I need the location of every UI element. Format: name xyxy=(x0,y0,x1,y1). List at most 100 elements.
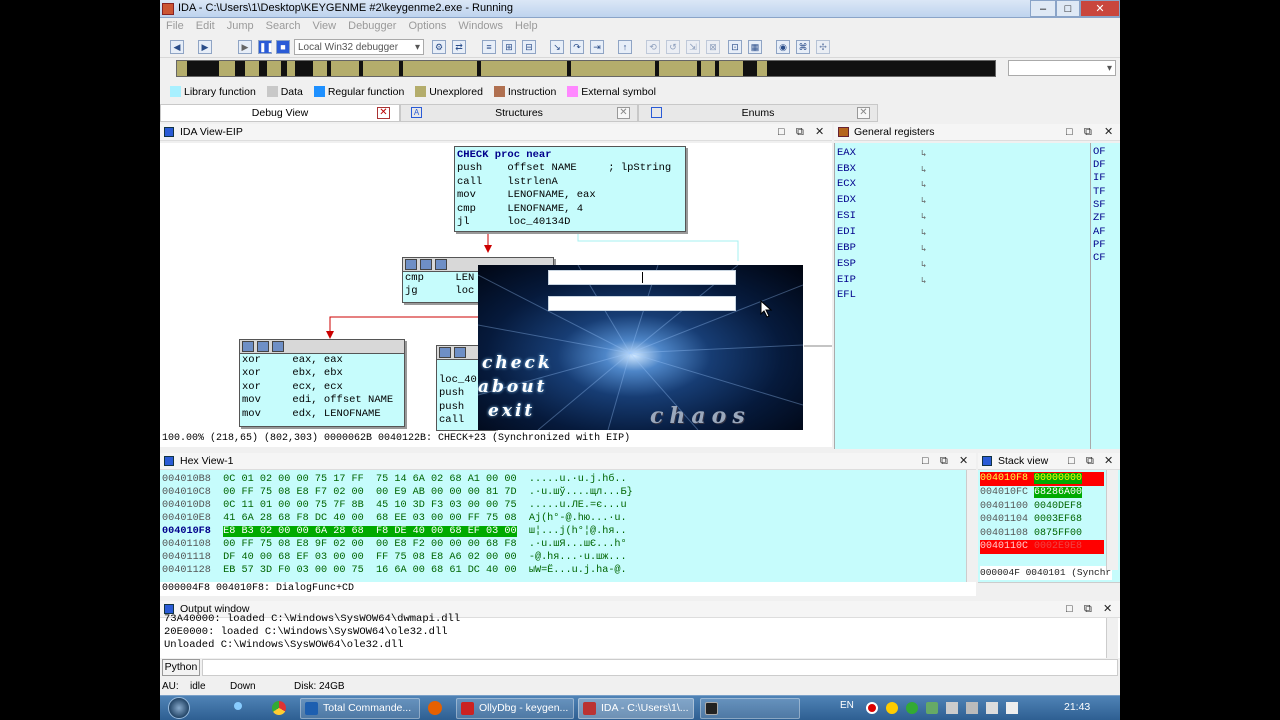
output-scrollbar[interactable] xyxy=(1106,618,1118,658)
firefox-icon[interactable] xyxy=(428,701,442,715)
tracing-options-icon[interactable]: ⊡ xyxy=(728,40,742,54)
minimize-button[interactable]: – xyxy=(1030,0,1056,17)
menu-jump[interactable]: Jump xyxy=(221,18,260,35)
name-input[interactable] xyxy=(548,270,736,285)
step-over-icon[interactable]: ↷ xyxy=(570,40,584,54)
hex-row[interactable]: 004010D8 0C 11 01 00 00 75 7F 8B 45 10 3… xyxy=(162,499,627,512)
close-icon[interactable]: ✕ xyxy=(1104,124,1113,140)
hex-view[interactable]: 004010B8 0C 01 02 00 00 75 17 FF 75 14 6… xyxy=(160,470,966,582)
nav-dropdown[interactable]: ▾ xyxy=(1008,60,1116,76)
network-icon[interactable] xyxy=(946,702,958,714)
stack-row[interactable]: 00401108 0875FF00 xyxy=(980,527,1104,541)
hex-row[interactable]: 004010B8 0C 01 02 00 00 75 17 FF 75 14 6… xyxy=(162,473,627,486)
float-icon[interactable]: ⧉ xyxy=(1086,453,1094,469)
register-edx[interactable]: EDX xyxy=(837,194,856,206)
tab-debug-view[interactable]: Debug View ✕ xyxy=(160,104,400,122)
run-to-cursor-icon[interactable]: ⇥ xyxy=(590,40,604,54)
start-button[interactable] xyxy=(168,697,190,719)
tray-icon[interactable] xyxy=(966,702,978,714)
stack-row[interactable]: 00401104 0003EF68 xyxy=(980,513,1104,527)
hex-row[interactable]: 004010E8 41 6A 28 68 F8 DC 40 00 68 EE 0… xyxy=(162,512,627,525)
taskbar-ida[interactable]: IDA - C:\Users\1\... xyxy=(578,698,694,719)
serial-input[interactable] xyxy=(548,296,736,311)
menu-edit[interactable]: Edit xyxy=(190,18,221,35)
flag-if[interactable]: IF xyxy=(1093,172,1106,184)
tab-structures[interactable]: A Structures ✕ xyxy=(400,104,638,122)
jump-arrow-icon[interactable]: ↳ xyxy=(921,149,926,159)
stack-scrollbar[interactable] xyxy=(1106,470,1118,570)
menu-file[interactable]: File xyxy=(160,18,190,35)
stack-row-highlight[interactable]: 0040110C 0002E9E8 xyxy=(980,540,1104,554)
instruction-trace-icon[interactable]: ⇲ xyxy=(686,40,700,54)
tab-enums[interactable]: Enums ✕ xyxy=(638,104,878,122)
float-icon[interactable]: ⧉ xyxy=(1084,124,1092,140)
debugger-select[interactable]: Local Win32 debugger ▾ xyxy=(294,39,424,55)
close-icon[interactable]: ✕ xyxy=(1104,453,1113,469)
attach-icon[interactable]: ⚙ xyxy=(432,40,446,54)
menu-search[interactable]: Search xyxy=(260,18,307,35)
tray-icon[interactable] xyxy=(1006,702,1018,714)
jump-arrow-icon[interactable]: ↳ xyxy=(921,165,926,175)
jump-arrow-icon[interactable]: ↳ xyxy=(921,244,926,254)
register-ebp[interactable]: EBP xyxy=(837,242,856,254)
register-eip[interactable]: EIP xyxy=(837,274,856,286)
tray-icon[interactable] xyxy=(886,702,898,714)
jump-arrow-icon[interactable]: ↳ xyxy=(921,196,926,206)
close-icon[interactable]: ✕ xyxy=(959,453,968,469)
keygen-dialog[interactable]: check about exit chaos xyxy=(478,265,803,430)
pause-icon[interactable]: ❚❚ xyxy=(258,40,274,54)
hex-row-current[interactable]: 004010F8 E8 B3 02 00 00 6A 28 68 F8 DE 4… xyxy=(162,525,627,538)
jump-arrow-icon[interactable]: ↳ xyxy=(921,212,926,222)
register-ecx[interactable]: ECX xyxy=(837,178,856,190)
graph-icon[interactable]: ⌘ xyxy=(796,40,810,54)
restore-icon[interactable]: □ xyxy=(1068,453,1075,469)
hex-row[interactable]: 00401108 00 FF 75 08 E8 9F 02 00 00 E8 F… xyxy=(162,538,627,551)
float-icon[interactable]: ⧉ xyxy=(796,124,804,140)
stack-row[interactable]: 004010FC 68286A00 xyxy=(980,486,1104,500)
close-icon[interactable]: ✕ xyxy=(377,107,390,119)
register-eax[interactable]: EAX xyxy=(837,147,856,159)
flag-of[interactable]: OF xyxy=(1093,146,1106,158)
python-button[interactable]: Python xyxy=(162,659,200,676)
tray-icon[interactable] xyxy=(926,702,938,714)
forward-icon[interactable]: ▶ xyxy=(198,40,212,54)
close-icon[interactable]: ✕ xyxy=(857,107,870,119)
taskbar-total-commander[interactable]: Total Commande... xyxy=(300,698,420,719)
taskbar-keygenme[interactable] xyxy=(700,698,800,719)
jump-arrow-icon[interactable]: ↳ xyxy=(921,276,926,286)
flag-zf[interactable]: ZF xyxy=(1093,212,1106,224)
node-xor-block[interactable]: xor eax, eax xor ebx, ebx xor ecx, ecx mov … xyxy=(239,339,405,427)
restore-icon[interactable]: □ xyxy=(1066,124,1073,140)
maximize-button[interactable]: □ xyxy=(1056,0,1080,17)
command-input[interactable] xyxy=(202,659,1118,676)
settings-icon[interactable]: ✣ xyxy=(816,40,830,54)
node-check-proc[interactable]: CHECK proc near push offset NAME ; lpStri… xyxy=(454,146,686,232)
hex-row[interactable]: 004010C8 00 FF 75 08 E8 F7 02 00 00 E9 A… xyxy=(162,486,633,499)
close-icon[interactable]: ✕ xyxy=(815,124,824,140)
menu-windows[interactable]: Windows xyxy=(452,18,509,35)
menu-options[interactable]: Options xyxy=(402,18,452,35)
float-icon[interactable]: ⧉ xyxy=(940,453,948,469)
menu-debugger[interactable]: Debugger xyxy=(342,18,402,35)
check-button[interactable]: check xyxy=(482,353,553,373)
output-log[interactable]: 73A40000: loaded C:\Windows\SysWOW64\dwm… xyxy=(160,613,1120,658)
back-icon[interactable]: ◀ xyxy=(170,40,184,54)
watch-icon[interactable]: ◉ xyxy=(776,40,790,54)
jump-arrow-icon[interactable]: ↳ xyxy=(921,180,926,190)
taskbar-ollydbg[interactable]: OllyDbg - keygen... xyxy=(456,698,574,719)
step-out-icon[interactable]: ↑ xyxy=(618,40,632,54)
flags-panel[interactable]: OF DF IF TF SF ZF AF PF CF xyxy=(1090,143,1120,449)
step-into-icon[interactable]: ↘ xyxy=(550,40,564,54)
restore-icon[interactable]: □ xyxy=(922,453,929,469)
flag-df[interactable]: DF xyxy=(1093,159,1106,171)
volume-icon[interactable] xyxy=(986,702,998,714)
stack-row[interactable]: 00401100 0040DEF8 xyxy=(980,500,1104,514)
trace-icon[interactable]: ⟲ xyxy=(646,40,660,54)
clock[interactable]: 21:43 xyxy=(1064,701,1090,713)
language-indicator[interactable]: EN xyxy=(840,700,854,711)
close-icon[interactable]: ✕ xyxy=(617,107,630,119)
menu-help[interactable]: Help xyxy=(509,18,544,35)
jump-arrow-icon[interactable]: ↳ xyxy=(921,228,926,238)
register-edi[interactable]: EDI xyxy=(837,226,856,238)
function-trace-icon[interactable]: ⊠ xyxy=(706,40,720,54)
